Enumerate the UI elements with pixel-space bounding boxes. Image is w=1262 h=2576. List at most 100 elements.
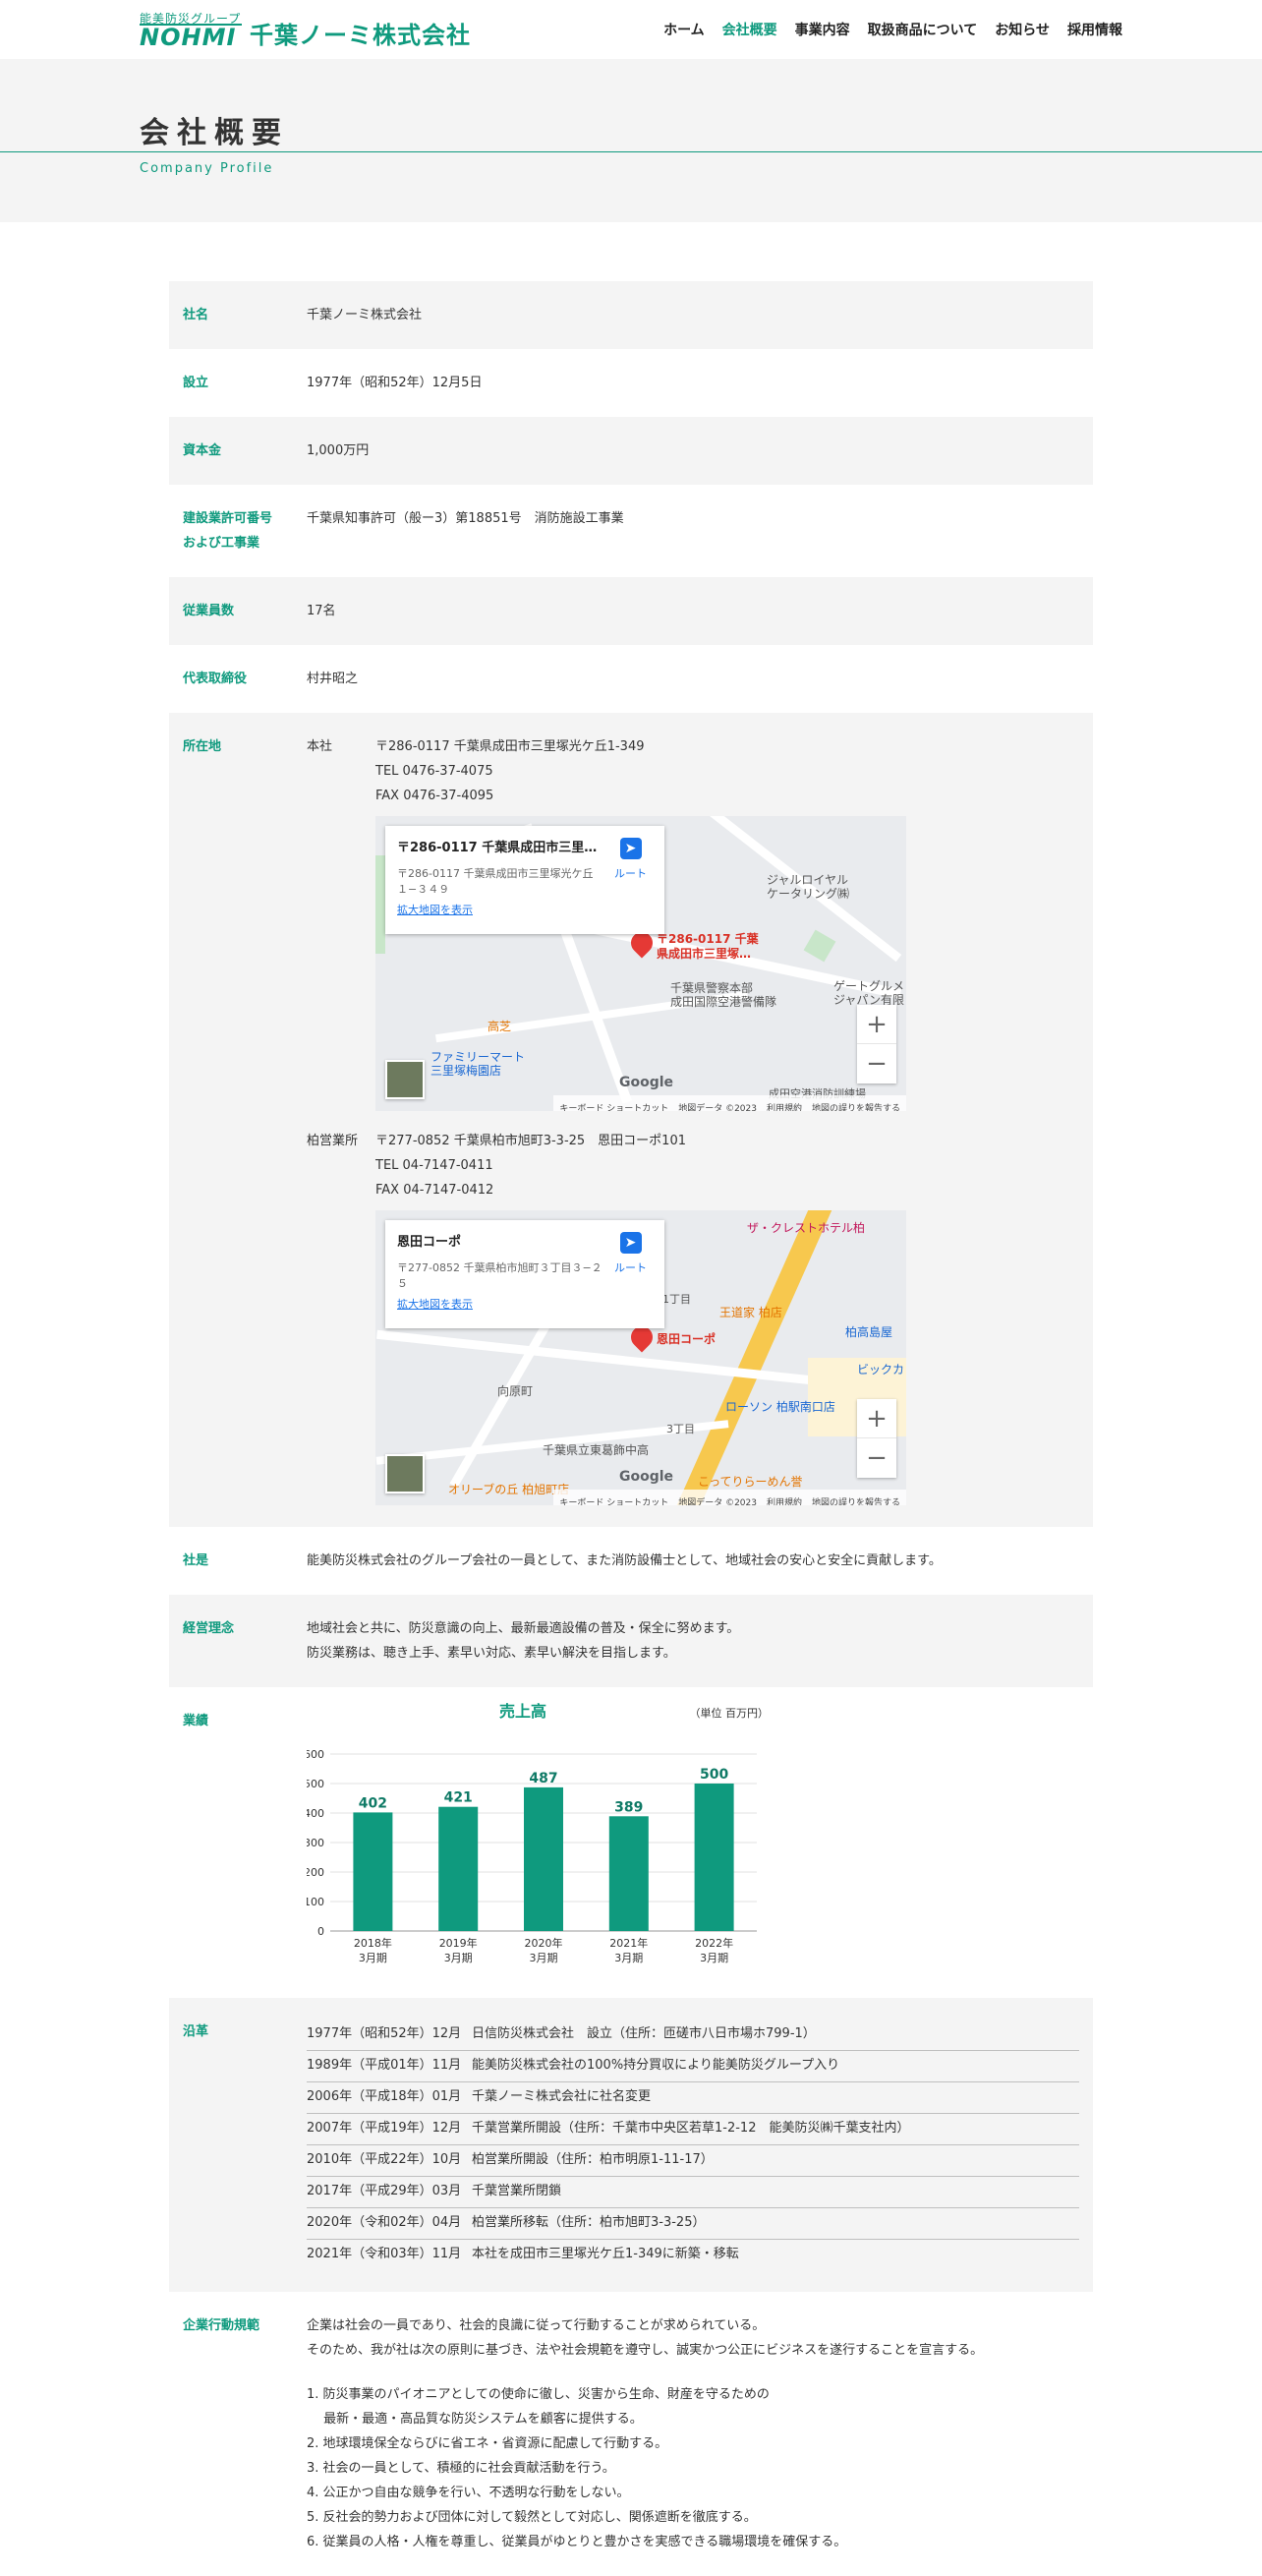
chart-data-label: 487 [529,1771,557,1786]
nav-news[interactable]: お知らせ [995,20,1050,39]
row-value: 1977年（昭和52年）12月5日 [307,376,483,390]
history-item: 2020年（令和02年）04月 柏営業所移転（住所：柏市旭町3-3-25） [307,2208,1079,2240]
map-data-text: 地図データ ©2023 [678,1104,757,1111]
code-item: 3. 社会の一員として、積極的に社会貢献活動を行う。 [307,2461,615,2476]
row-value: 村井昭之 [307,672,359,686]
company-logo[interactable]: 能美防災グループ NOHMI 千葉ノーミ株式会社 [140,10,493,51]
history-date: 1989年（平成01年）11月 [307,2058,462,2073]
chart-x-tick-label: 2020年 [525,1936,563,1950]
history-date: 1977年（昭和52年）12月 [307,2026,462,2041]
nav-recruit[interactable]: 採用情報 [1067,20,1122,39]
row-ceo: 代表取締役 村井昭之 [169,645,1093,713]
map-attribution: キーボード ショートカット 地図データ ©2023 利用規約 地図の誤りを報告す… [553,1490,906,1505]
chart-data-label: 389 [614,1799,643,1815]
map-route-button[interactable]: ➤ ルート [614,1232,647,1280]
history-date: 2007年（平成19年）12月 [307,2121,462,2136]
map-poi: 千葉県立東葛飾中高 [543,1443,650,1457]
history-item: 2010年（平成22年）10月 柏営業所開設（住所：柏市明原1-11-17） [307,2145,1079,2177]
row-label: 代表取締役 [183,672,248,686]
chart-bar [608,1816,649,1931]
pin-label: 恩田コーポ [657,1332,717,1346]
code-item: 2. 地球環境保全ならびに省エネ・省資源に配慮して行動する。 [307,2436,668,2451]
row-capital: 資本金 1,000万円 [169,417,1093,485]
row-employees: 従業員数 17名 [169,577,1093,645]
map-park [375,855,385,954]
branch-office-map[interactable]: ザ・クレストホテル柏 王道家 柏店 柏高島屋 ビックカ ローソン 柏駅南口店 向… [375,1210,906,1505]
nav-products[interactable]: 取扱商品について [868,20,978,39]
map-card-address: 〒286-0117 千葉県成田市三里塚光ケ丘１−３４９ [397,867,594,896]
chart-x-tick-label: 2022年 [695,1936,733,1950]
terms-link[interactable]: 利用規約 [767,1097,802,1111]
history-text: 能美防災株式会社の100%持分買収により能美防災グループ入り [472,2058,840,2073]
report-error-link[interactable]: 地図の誤りを報告する [812,1097,900,1111]
row-label-line: および工事業 [183,536,260,551]
code-item: 5. 反社会的勢力および団体に対して毅然として対応し、関係遮断を徹底する。 [307,2510,757,2525]
history-item: 1989年（平成01年）11月 能美防災株式会社の100%持分買収により能美防災グ… [307,2051,1079,2082]
map-poi: 柏高島屋 [845,1325,893,1339]
row-motto: 社是 能美防災株式会社のグループ会社の一員として、また消防設備士として、地域社会… [169,1527,1093,1595]
chart-x-tick-label: 3月期 [359,1952,387,1964]
chart-x-tick-label: 3月期 [444,1952,473,1964]
history-text: 柏営業所移転（住所：柏市旭町3-3-25） [472,2215,706,2230]
directions-icon: ➤ [619,838,642,859]
row-founded: 設立 1977年（昭和52年）12月5日 [169,349,1093,417]
history-item: 2017年（平成29年）03月 千葉営業所閉鎖 [307,2177,1079,2208]
chart-y-tick-label: 0 [317,1925,324,1938]
history-date: 2017年（平成29年）03月 [307,2184,462,2198]
keyboard-shortcuts-link[interactable]: キーボード ショートカット [559,1492,668,1505]
report-error-link[interactable]: 地図の誤りを報告する [812,1492,900,1505]
head-office-map[interactable]: ジャルロイヤル ケータリング㈱ 千葉県警察本部 成田国際空港警備隊 ゲートグルメ ジャ… [375,816,906,1111]
terms-link[interactable]: 利用規約 [767,1492,802,1505]
map-info-card: 恩田コーポ 〒277-0852 千葉県柏市旭町３丁目３−２５ 拡大地図を表示 ➤… [385,1220,664,1328]
history-item: 2021年（令和03年）11月 本社を成田市三里塚光ケ丘1-349に新築・移転 [307,2240,1079,2270]
zoom-out-button[interactable]: − [857,1438,896,1478]
row-label: 所在地 [183,739,222,754]
code-item: 4. 公正かつ自由な競争を行い、不透明な行動をしない。 [307,2486,630,2500]
office-label: 本社 [307,739,333,754]
chart-data-label: 500 [700,1767,728,1783]
history-date: 2021年（令和03年）11月 [307,2247,462,2261]
map-poi: 1丁目 [662,1293,691,1306]
history-text: 千葉ノーミ株式会社に社名変更 [472,2089,652,2104]
chart-title: 売上高 [499,1702,546,1721]
office-body: 〒286-0117 千葉県成田市三里塚光ケ丘1-349 TEL 0476-37-… [375,734,1079,808]
satellite-toggle[interactable] [385,1060,425,1099]
office-body: 〒277-0852 千葉県柏市旭町3-3-25 恩田コーポ101 TEL 04-… [375,1129,1079,1202]
map-info-card: 〒286-0117 千葉県成田市三里塚光ケ丘1-349 〒286-0117 千葉… [385,826,664,934]
office-fax: FAX 0476-37-4095 [375,789,494,803]
office-address: 〒277-0852 千葉県柏市旭町3-3-25 恩田コーポ101 [375,1134,686,1148]
history-date: 2020年（令和02年）04月 [307,2215,462,2230]
row-company-name: 社名 千葉ノーミ株式会社 [169,281,1093,349]
row-label: 業績 [183,1714,209,1728]
zoom-out-button[interactable]: − [857,1044,896,1083]
chart-y-tick-label: 400 [307,1807,324,1820]
row-label: 資本金 [183,443,222,458]
chart-x-tick-label: 3月期 [530,1952,558,1964]
map-poi: ファミリーマート 三里塚梅園店 [430,1050,526,1078]
chart-bar [353,1812,393,1931]
chart-bar [438,1806,479,1931]
history-item: 1977年（昭和52年）12月 日信防災株式会社 設立（住所：匝磋市八日市場ホ79… [307,2020,1079,2051]
nav-company[interactable]: 会社概要 [722,20,777,39]
zoom-in-button[interactable]: + [857,1399,896,1438]
view-larger-map-link[interactable]: 拡大地図を表示 [397,1292,473,1317]
map-poi: オリーブの丘 柏旭町店 [448,1483,570,1496]
row-label: 経営理念 [183,1621,235,1636]
row-location: 所在地 本社 〒286-0117 千葉県成田市三里塚光ケ丘1-349 TEL 0… [169,713,1093,1527]
chart-y-tick-label: 500 [307,1778,324,1790]
chart-x-tick-label: 2018年 [354,1936,392,1950]
map-card-address: 〒277-0852 千葉県柏市旭町３丁目３−２５ [397,1261,602,1290]
map-poi: ローソン 柏駅南口店 [725,1400,835,1414]
satellite-toggle[interactable] [385,1454,425,1493]
office-tel: TEL 04-7147-0411 [375,1158,493,1173]
history-list: 1977年（昭和52年）12月 日信防災株式会社 設立（住所：匝磋市八日市場ホ79… [307,2020,1079,2270]
history-date: 2006年（平成18年）01月 [307,2089,462,2104]
nav-business[interactable]: 事業内容 [795,20,850,39]
keyboard-shortcuts-link[interactable]: キーボード ショートカット [559,1097,668,1111]
chart-unit: （単位 百万円） [690,1706,770,1720]
row-value: 千葉ノーミ株式会社 [307,308,423,322]
nav-home[interactable]: ホーム [663,20,705,39]
view-larger-map-link[interactable]: 拡大地図を表示 [397,898,473,922]
zoom-in-button[interactable]: + [857,1005,896,1044]
map-route-button[interactable]: ➤ ルート [614,838,647,886]
